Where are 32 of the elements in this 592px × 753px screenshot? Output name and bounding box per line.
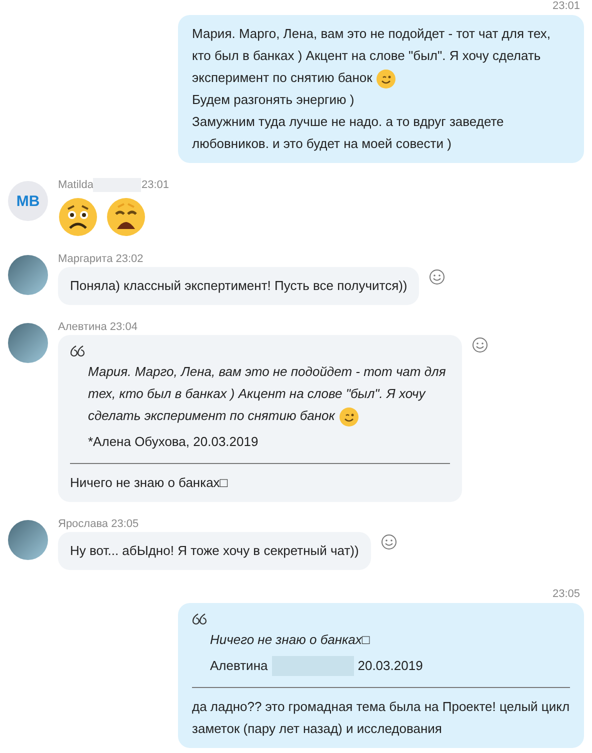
message-text: Поняла) классный экспертимент! Пусть все получится)): [70, 277, 408, 295]
smiling-face-icon: [338, 406, 359, 427]
quote-attribution: 20.03.2019: [358, 657, 423, 675]
message-text: Замужним туда лучше не надо. а то вдруг заведете любовников. и это будет на моей совести ): [192, 113, 505, 153]
quote-attribution: Алевтина: [210, 657, 268, 675]
smiley-icon[interactable]: [380, 534, 397, 550]
weary-face-icon: [106, 197, 146, 237]
message-text: Ничего не знаю о банках□: [70, 474, 229, 492]
sender-and-time: Маргарита 23:02: [58, 253, 144, 265]
photo-placeholder[interactable]: [8, 520, 48, 560]
timestamp: 23:01: [552, 0, 580, 12]
smiley-icon[interactable]: [472, 337, 488, 353]
message-text: Ну вот... абЫдно! Я тоже хочу в секретный чат)): [70, 542, 359, 560]
worried-face-icon: [58, 197, 98, 237]
sender-and-time: 23:01: [141, 179, 169, 191]
message-text: Будем разгонять энергию ): [192, 91, 356, 109]
message-text: да ладно?? это громадная тема была на Проекте! целый цикл заметок (пару лет назад) и исследования: [192, 698, 570, 738]
sender-and-time: Matilda: [58, 179, 94, 191]
quote-attribution: *Алена Обухова, 20.03.2019: [88, 433, 258, 451]
sender-and-time: Алевтина 23:04: [58, 321, 138, 333]
quoted-text: Мария. Марго, Лена, вам это не подойдет - тот чат для тех, кто был в банках ) Акцент на слове "был". Я хочу сделать эксперимент по снятию банок: [88, 361, 450, 427]
timestamp: 23:05: [552, 588, 580, 600]
photo-placeholder[interactable]: [8, 323, 48, 363]
sender-and-time: Ярослава 23:05: [58, 518, 139, 530]
message-text: Мария. Марго, Лена, вам это не подойдет - тот чат для тех, кто был в банках ) Акцент на слове "был". Я хочу сделать эксперимент по снятию банок: [192, 23, 570, 89]
quote-icon: [192, 613, 207, 625]
smiley-icon[interactable]: [429, 269, 446, 285]
quote-icon: [70, 345, 85, 357]
photo-placeholder[interactable]: [8, 255, 48, 295]
quoted-text: Ничего не знаю о банках□: [210, 631, 371, 649]
avatar[interactable]: MB: [8, 181, 48, 221]
smiling-face-icon: [376, 68, 396, 89]
